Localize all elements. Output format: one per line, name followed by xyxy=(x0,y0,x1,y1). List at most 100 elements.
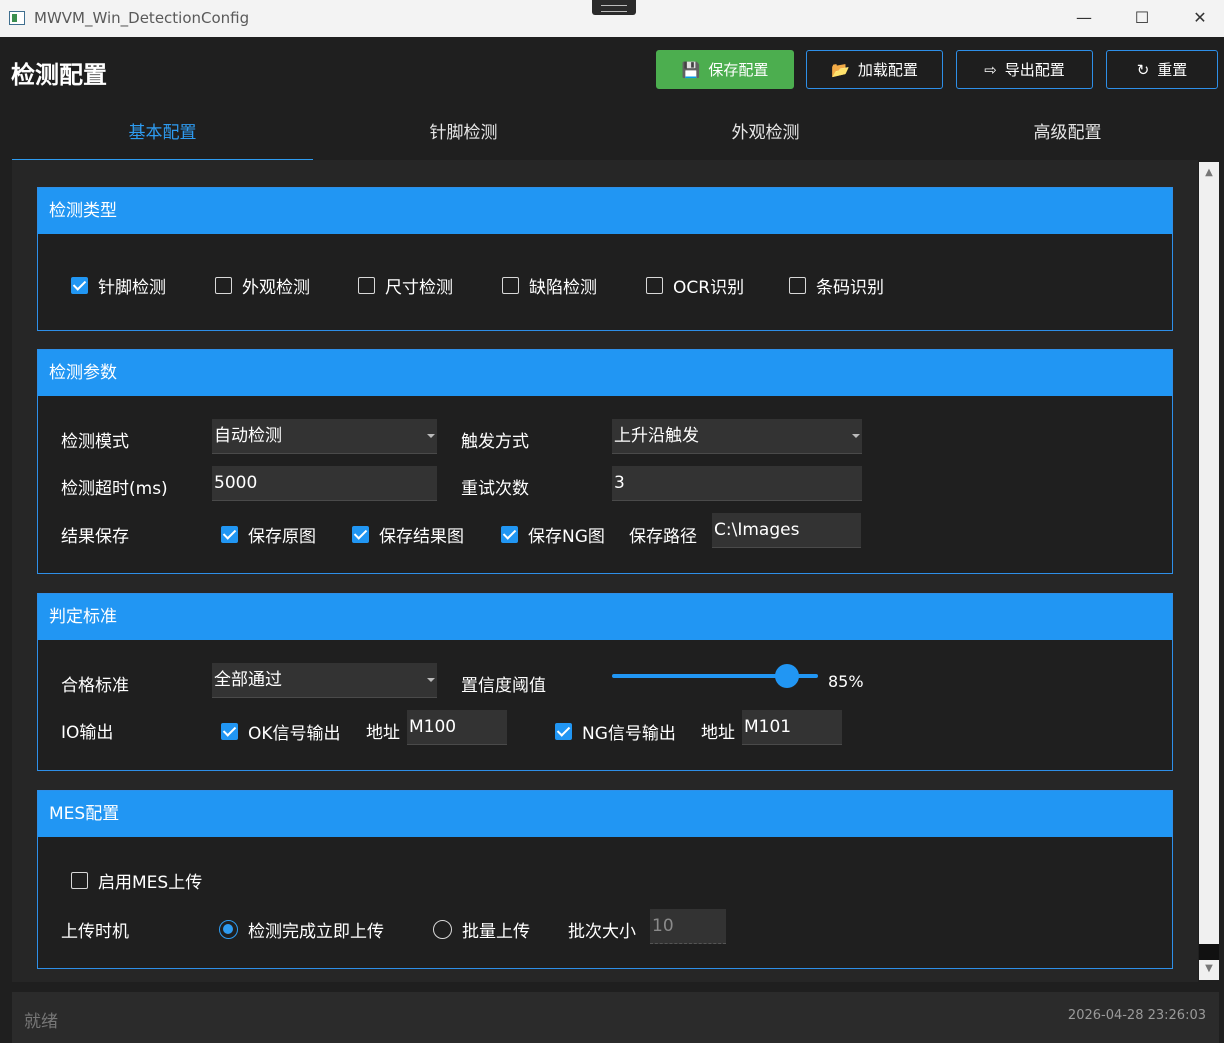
radio-upload-batch[interactable]: 批量上传 xyxy=(433,917,530,942)
checkbox-box xyxy=(352,526,369,543)
checkbox-box xyxy=(646,277,663,294)
batch-size-label: 批次大小 xyxy=(568,922,636,942)
detection-type-group: 检测类型 xyxy=(37,187,1173,331)
confidence-value: 85% xyxy=(828,672,864,691)
reset-label: 重置 xyxy=(1157,61,1188,79)
tab-advanced-config[interactable]: 高级配置 xyxy=(917,104,1218,162)
status-text: 就绪 xyxy=(24,1012,58,1032)
mode-select[interactable]: 自动检测 xyxy=(212,419,437,454)
maximize-button[interactable]: ☐ xyxy=(1113,0,1171,37)
load-config-button[interactable]: 📂 加载配置 xyxy=(806,50,943,89)
ng-address-input[interactable]: M101 xyxy=(742,710,842,745)
checkbox-label: OCR识别 xyxy=(673,278,745,298)
checkbox-size-detection[interactable]: 尺寸检测 xyxy=(358,273,453,298)
radio-upload-immediate[interactable]: 检测完成立即上传 xyxy=(219,917,384,942)
checkbox-ok-output[interactable]: OK信号输出 xyxy=(221,719,341,744)
radio-label: 批量上传 xyxy=(462,922,530,942)
timeout-input[interactable]: 5000 xyxy=(212,466,437,501)
result-save-label: 结果保存 xyxy=(61,527,129,547)
checkbox-save-original[interactable]: 保存原图 xyxy=(221,522,316,547)
checkbox-label: 保存原图 xyxy=(248,527,316,547)
detection-type-title: 检测类型 xyxy=(38,188,1172,234)
minimize-button[interactable]: — xyxy=(1055,0,1113,37)
checkbox-label: 外观检测 xyxy=(242,278,310,298)
checkbox-label: OK信号输出 xyxy=(248,724,341,744)
checkbox-label: 保存结果图 xyxy=(379,527,464,547)
checkbox-label: 尺寸检测 xyxy=(385,278,453,298)
retry-label: 重试次数 xyxy=(461,479,529,499)
status-bar: 就绪 2026-04-28 23:26:03 xyxy=(12,992,1219,1043)
scroll-down-icon[interactable]: ▼ xyxy=(1199,960,1219,978)
checkbox-label: 缺陷检测 xyxy=(529,278,597,298)
save-config-button[interactable]: 💾 保存配置 xyxy=(656,50,794,89)
refresh-icon: ↻ xyxy=(1136,60,1150,79)
scroll-up-icon[interactable]: ▲ xyxy=(1199,164,1219,182)
ok-address-input[interactable]: M100 xyxy=(407,710,507,745)
checkbox-box xyxy=(501,526,518,543)
pass-standard-label: 合格标准 xyxy=(61,676,129,696)
close-button[interactable]: ✕ xyxy=(1171,0,1224,37)
page-title: 检测配置 xyxy=(11,61,107,89)
reset-button[interactable]: ↻ 重置 xyxy=(1106,50,1218,89)
vertical-scrollbar[interactable]: ▲ ▼ xyxy=(1199,162,1219,980)
tab-appearance-detection[interactable]: 外观检测 xyxy=(615,104,916,162)
checkbox-label: 条码识别 xyxy=(816,278,884,298)
judgement-title: 判定标准 xyxy=(38,594,1172,640)
radio-label: 检测完成立即上传 xyxy=(248,922,384,942)
snap-grip-handle[interactable] xyxy=(592,0,636,15)
checkbox-label: 保存NG图 xyxy=(528,527,605,547)
upload-timing-label: 上传时机 xyxy=(61,922,129,942)
checkbox-save-result[interactable]: 保存结果图 xyxy=(352,522,464,547)
trigger-select[interactable]: 上升沿触发 xyxy=(612,419,862,454)
retry-input[interactable]: 3 xyxy=(612,466,862,501)
folder-open-icon: 📂 xyxy=(831,60,850,79)
radio-circle xyxy=(433,920,452,939)
checkbox-barcode[interactable]: 条码识别 xyxy=(789,273,884,298)
save-icon: 💾 xyxy=(681,60,701,79)
checkbox-box xyxy=(555,723,572,740)
tab-pin-detection[interactable]: 针脚检测 xyxy=(313,104,614,162)
io-output-label: IO输出 xyxy=(61,723,114,743)
trigger-label: 触发方式 xyxy=(461,432,529,452)
save-path-label: 保存路径 xyxy=(629,527,697,547)
timeout-label: 检测超时(ms) xyxy=(61,479,168,499)
pass-standard-select[interactable]: 全部通过 xyxy=(212,663,437,698)
ok-address-label: 地址 xyxy=(366,723,400,743)
checkbox-box xyxy=(221,526,238,543)
radio-circle xyxy=(219,920,238,939)
batch-size-input[interactable]: 10 xyxy=(650,909,726,944)
window-title: MWVM_Win_DetectionConfig xyxy=(34,9,250,27)
ng-address-label: 地址 xyxy=(701,723,735,743)
checkbox-enable-mes[interactable]: 启用MES上传 xyxy=(71,868,202,893)
save-config-label: 保存配置 xyxy=(708,61,769,79)
detection-params-title: 检测参数 xyxy=(38,350,1172,396)
app-icon xyxy=(9,11,25,25)
checkbox-box xyxy=(502,277,519,294)
confidence-slider-handle[interactable] xyxy=(775,664,800,688)
checkbox-defect-detection[interactable]: 缺陷检测 xyxy=(502,273,597,298)
export-config-button[interactable]: ⇨ 导出配置 xyxy=(956,50,1093,89)
checkbox-box xyxy=(215,277,232,294)
export-icon: ⇨ xyxy=(984,60,997,79)
checkbox-ocr[interactable]: OCR识别 xyxy=(646,273,744,298)
checkbox-label: 针脚检测 xyxy=(98,278,166,298)
checkbox-appearance-detection[interactable]: 外观检测 xyxy=(215,273,310,298)
mes-config-group: MES配置 xyxy=(37,790,1173,969)
checkbox-box xyxy=(71,872,88,889)
status-timestamp: 2026-04-28 23:26:03 xyxy=(1067,1008,1206,1023)
tab-basic-config[interactable]: 基本配置 xyxy=(12,104,313,162)
checkbox-ng-output[interactable]: NG信号输出 xyxy=(555,719,676,744)
save-path-input[interactable]: C:\Images xyxy=(712,513,861,548)
checkbox-pin-detection[interactable]: 针脚检测 xyxy=(71,273,166,298)
checkbox-label: 启用MES上传 xyxy=(98,873,203,893)
mes-config-title: MES配置 xyxy=(38,791,1172,837)
mode-label: 检测模式 xyxy=(61,432,129,452)
checkbox-box xyxy=(358,277,375,294)
checkbox-box xyxy=(71,277,88,294)
checkbox-box xyxy=(221,723,238,740)
checkbox-save-ng[interactable]: 保存NG图 xyxy=(501,522,605,547)
judgement-group: 判定标准 xyxy=(37,593,1173,771)
confidence-label: 置信度阈值 xyxy=(461,676,546,696)
scrollbar-thumb[interactable] xyxy=(1199,944,1219,960)
export-config-label: 导出配置 xyxy=(1004,61,1065,79)
